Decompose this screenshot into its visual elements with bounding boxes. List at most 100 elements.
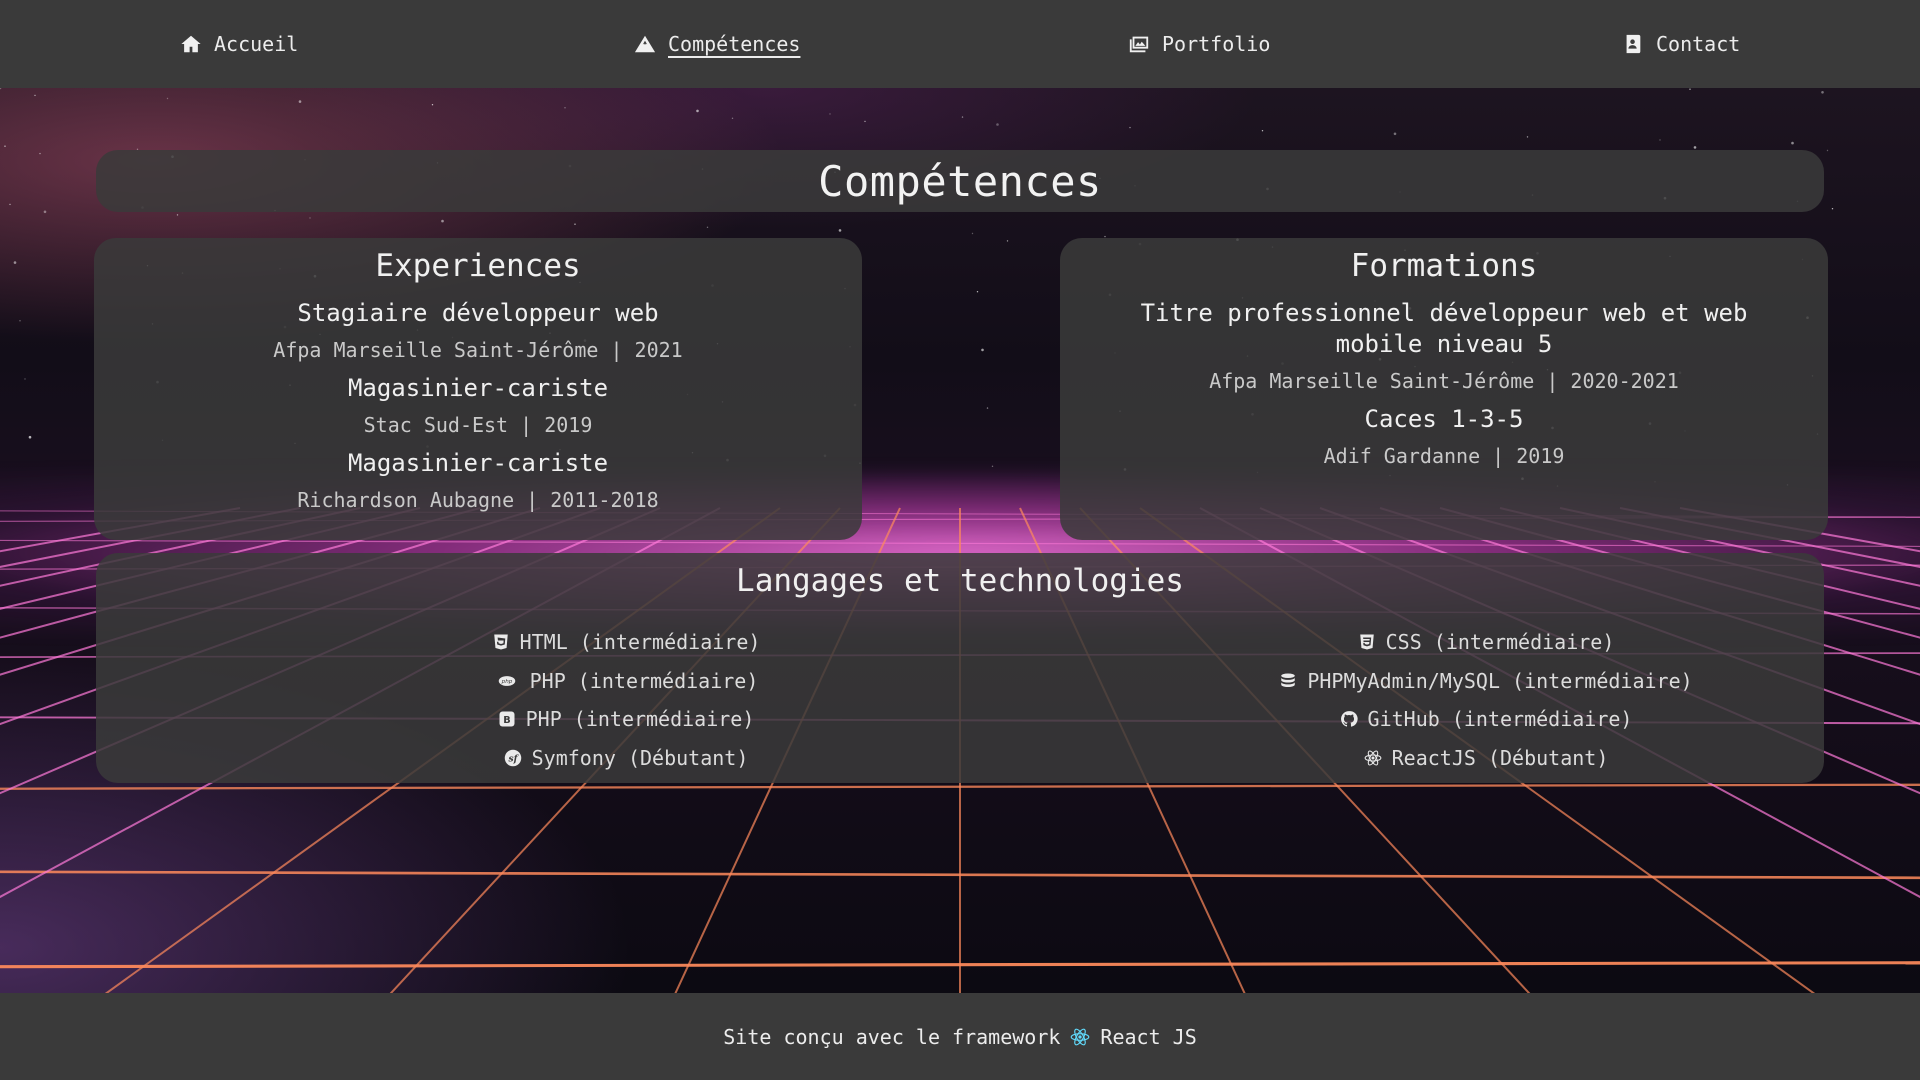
page-title: Compétences (818, 156, 1102, 206)
tech-item-html: HTML (intermédiaire) (276, 623, 976, 662)
tech-item-bootstrap: B PHP (intermédiaire) (276, 700, 976, 739)
symfony-icon: sf (504, 749, 521, 766)
star (1129, 126, 1131, 129)
star (1693, 146, 1697, 149)
star (976, 291, 979, 293)
star (864, 120, 866, 123)
nav-accueil-label: Accueil (214, 32, 299, 56)
star (4, 145, 6, 147)
tech-label: GitHub (intermédiaire) (1367, 707, 1633, 732)
star (1689, 88, 1691, 90)
star (981, 348, 984, 352)
formation-item: Titre professionnel développeur web et w… (1094, 298, 1794, 394)
star (971, 232, 974, 235)
star (34, 94, 36, 97)
tech-label: PHPMyAdmin/MySQL (intermédiaire) (1307, 668, 1693, 693)
perspective-grid (0, 88, 1920, 993)
tech-item-css: CSS (intermédiaire) (1136, 623, 1836, 662)
star (574, 223, 576, 225)
star (731, 117, 734, 119)
tech-label: Symfony (Débutant) (531, 745, 749, 770)
star (706, 226, 709, 228)
nav-competences[interactable]: Compétences (634, 0, 800, 88)
tech-item-github: GitHub (intermédiaire) (1136, 700, 1836, 739)
experience-subtitle: Stac Sud-Est | 2019 (363, 413, 593, 437)
star (309, 217, 311, 219)
star (1821, 91, 1824, 94)
star (176, 214, 179, 216)
nav-contact-label: Contact (1656, 32, 1741, 56)
star (298, 100, 302, 103)
star (961, 116, 964, 118)
nav-portfolio[interactable]: Portfolio (1128, 0, 1270, 88)
tech-item-symfony: sf Symfony (Débutant) (276, 739, 976, 778)
github-icon (1340, 711, 1358, 727)
star (1791, 141, 1794, 145)
tech-item-php: php PHP (intermédiaire) (276, 662, 976, 701)
star (986, 407, 989, 409)
experience-item: Magasinier-cariste Richardson Aubagne | … (128, 448, 828, 513)
star (39, 152, 41, 155)
footer: Site conçu avec le framework React JS (0, 993, 1920, 1080)
experience-subtitle: Afpa Marseille Saint-Jérôme | 2021 (273, 338, 683, 362)
tech-label: PHP (intermédiaire) (525, 707, 755, 732)
star (441, 219, 444, 223)
star (24, 378, 26, 380)
technologies-panel: Langages et technologies HTML (intermédi… (96, 553, 1824, 783)
formation-item: Caces 1-3-5 Adif Gardanne | 2019 (1094, 404, 1794, 469)
nav-portfolio-label: Portfolio (1162, 32, 1271, 56)
css3-icon (1359, 634, 1374, 650)
experiences-list: Stagiaire développeur web Afpa Marseille… (94, 298, 862, 513)
star (838, 229, 842, 232)
experience-title: Stagiaire développeur web (297, 299, 659, 327)
experience-title: Magasinier-cariste (347, 374, 609, 402)
tech-label: PHP (intermédiaire) (529, 668, 759, 693)
star (829, 113, 831, 115)
php-icon: php (498, 675, 515, 686)
mountain-icon (634, 35, 656, 53)
tech-item-mysql: PHPMyAdmin/MySQL (intermédiaire) (1136, 662, 1836, 701)
star (1006, 240, 1009, 242)
experience-title: Magasinier-cariste (347, 449, 609, 477)
star (166, 97, 169, 100)
home-icon (181, 35, 201, 53)
bootstrap-icon: B (499, 711, 515, 727)
tech-label: HTML (intermédiaire) (519, 630, 761, 655)
top-navbar: Accueil Compétences Portfolio Contact (0, 0, 1920, 88)
star (1393, 132, 1397, 136)
star (431, 104, 434, 106)
star (0, 88, 2, 90)
address-book-icon (1626, 34, 1641, 54)
star (564, 107, 566, 109)
star (1826, 149, 1829, 152)
experience-subtitle: Richardson Aubagne | 2011-2018 (297, 488, 659, 512)
react-icon (1071, 1028, 1090, 1045)
star (996, 123, 999, 126)
star (13, 261, 17, 264)
technologies-right-column: CSS (intermédiaire) PHPMyAdmin/MySQL (in… (1136, 623, 1836, 777)
experience-item: Magasinier-cariste Stac Sud-Est | 2019 (128, 373, 828, 438)
star (1261, 130, 1264, 132)
formations-list: Titre professionnel développeur web et w… (1060, 298, 1828, 469)
database-icon (1281, 673, 1296, 687)
experiences-title: Experiences (375, 248, 581, 284)
formation-title: Caces 1-3-5 (1364, 405, 1524, 433)
nav-contact[interactable]: Contact (1622, 0, 1740, 88)
experience-item: Stagiaire développeur web Afpa Marseille… (128, 298, 828, 363)
star (19, 320, 21, 322)
technologies-left-column: HTML (intermédiaire) php PHP (intermédia… (276, 623, 976, 777)
formation-subtitle: Afpa Marseille Saint-Jérôme | 2020-2021 (1209, 369, 1679, 393)
star (991, 465, 994, 467)
star (1831, 208, 1834, 210)
tech-label: CSS (intermédiaire) (1385, 630, 1615, 655)
star (28, 435, 32, 439)
nav-competences-label: Compétences (668, 32, 801, 56)
nav-accueil[interactable]: Accueil (180, 0, 298, 88)
background-synthwave-scene (0, 88, 1920, 993)
react-icon (1364, 750, 1382, 766)
formations-title: Formations (1350, 248, 1538, 284)
technologies-title: Langages et technologies (736, 563, 1184, 599)
svg-text:php: php (500, 679, 512, 685)
footer-framework: React JS (1100, 1024, 1197, 1049)
star (9, 203, 11, 206)
